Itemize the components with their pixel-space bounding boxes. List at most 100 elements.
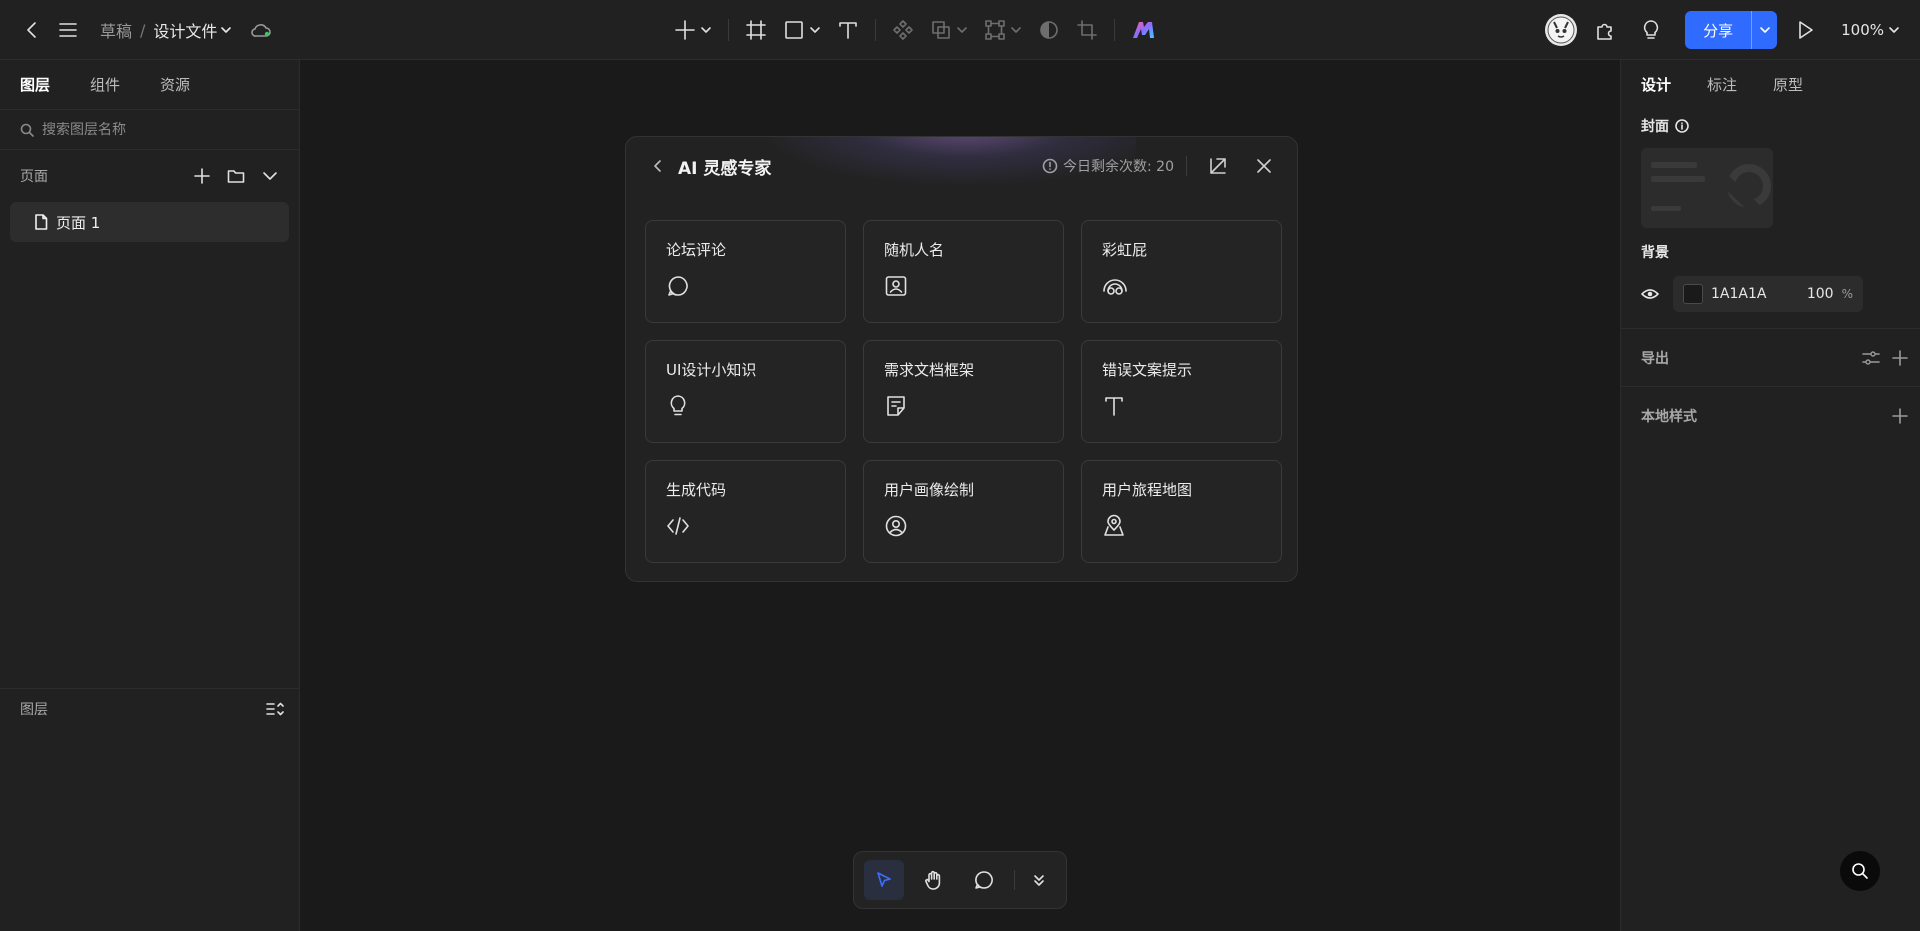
card-user-journey[interactable]: 用户旅程地图 xyxy=(1081,460,1282,563)
right-panel-tabs: 设计 标注 原型 xyxy=(1621,60,1920,108)
card-requirements-doc[interactable]: 需求文档框架 xyxy=(863,340,1064,443)
add-style-icon[interactable] xyxy=(1892,407,1908,424)
close-icon[interactable] xyxy=(1247,149,1281,183)
double-chevron-down-icon xyxy=(1034,875,1044,886)
chevron-down-icon xyxy=(1759,27,1770,33)
text-tool[interactable] xyxy=(831,12,865,48)
add-export-icon[interactable] xyxy=(1892,349,1908,366)
chevron-down-icon xyxy=(810,27,820,33)
chevron-down-icon[interactable] xyxy=(255,161,285,191)
share-dropdown[interactable] xyxy=(1751,11,1777,49)
card-error-copy[interactable]: 错误文案提示 xyxy=(1081,340,1282,443)
tab-design[interactable]: 设计 xyxy=(1641,74,1671,95)
cover-thumbnail[interactable] xyxy=(1641,148,1773,228)
pages-header: 页面 xyxy=(0,150,299,202)
divider xyxy=(1114,19,1115,41)
frame-icon xyxy=(746,20,766,40)
lightbulb-icon[interactable] xyxy=(1633,12,1669,48)
add-page-icon[interactable] xyxy=(187,161,217,191)
tab-layers[interactable]: 图层 xyxy=(20,74,50,95)
menu-icon[interactable] xyxy=(50,12,86,48)
avatar[interactable] xyxy=(1545,14,1578,46)
top-bar-left: 草稿 / 设计文件 xyxy=(14,0,273,60)
select-tool[interactable] xyxy=(864,860,904,900)
page-item-label: 页面 1 xyxy=(56,213,101,232)
folder-icon[interactable] xyxy=(221,161,251,191)
background-opacity[interactable]: 100 xyxy=(1807,286,1834,302)
card-ui-tips[interactable]: UI设计小知识 xyxy=(645,340,846,443)
search-fab[interactable] xyxy=(1840,851,1880,891)
sort-layers-icon[interactable] xyxy=(263,697,287,721)
boolean-tool[interactable] xyxy=(924,12,974,48)
breadcrumb-drafts[interactable]: 草稿 xyxy=(100,18,132,42)
crop-tool[interactable] xyxy=(1070,12,1104,48)
card-title: 论坛评论 xyxy=(666,241,727,259)
ai-logo-icon xyxy=(1133,22,1154,38)
tab-prototype[interactable]: 原型 xyxy=(1773,74,1803,95)
plugin-icon[interactable] xyxy=(1587,12,1623,48)
card-title: UI设计小知识 xyxy=(666,361,757,379)
dialog-title: AI 灵感专家 xyxy=(678,158,772,179)
info-icon[interactable] xyxy=(1675,119,1689,133)
card-title: 彩虹屁 xyxy=(1102,241,1148,259)
card-random-name[interactable]: 随机人名 xyxy=(863,220,1064,323)
cloud-sync-icon[interactable] xyxy=(249,20,273,40)
chevron-down-icon xyxy=(1889,27,1899,33)
zoom-dropdown[interactable]: 100% xyxy=(1841,21,1900,39)
component-icon xyxy=(893,20,913,40)
component-tool[interactable] xyxy=(886,12,920,48)
card-user-persona[interactable]: 用户画像绘制 xyxy=(863,460,1064,563)
layer-search xyxy=(0,110,299,150)
left-panel-tabs: 图层 组件 资源 xyxy=(0,60,299,110)
layer-search-input[interactable] xyxy=(42,121,282,138)
hand-tool[interactable] xyxy=(914,860,954,900)
card-forum-comment[interactable]: 论坛评论 xyxy=(645,220,846,323)
comment-tool[interactable] xyxy=(964,860,1004,900)
search-icon xyxy=(20,123,34,137)
page-icon xyxy=(35,214,48,230)
frame-tool[interactable] xyxy=(739,12,773,48)
tool-group xyxy=(668,0,1163,60)
chat-bubble-icon xyxy=(666,272,694,300)
card-title: 需求文档框架 xyxy=(884,361,975,379)
layers-header: 图层 xyxy=(0,688,299,728)
chevron-down-icon xyxy=(701,27,711,33)
background-hex[interactable]: 1A1A1A xyxy=(1711,286,1799,302)
mask-tool[interactable] xyxy=(1032,12,1066,48)
more-tools[interactable] xyxy=(1025,860,1053,900)
path-icon xyxy=(985,20,1005,40)
crop-icon xyxy=(1077,20,1097,40)
bottom-toolbar xyxy=(853,851,1067,909)
background-label: 背景 xyxy=(1641,245,1669,261)
right-panel: 设计 标注 原型 封面 背景 1A1A1A 100 % 导出 本地样式 xyxy=(1620,60,1920,931)
dialog-back-icon[interactable] xyxy=(646,154,670,178)
path-tool[interactable] xyxy=(978,12,1028,48)
back-icon[interactable] xyxy=(14,12,50,48)
contact-card-icon xyxy=(884,272,912,300)
left-panel: 图层 组件 资源 页面 页面 1 图层 xyxy=(0,60,300,931)
background-color-field[interactable]: 1A1A1A 100 % xyxy=(1673,276,1863,312)
cursor-icon xyxy=(877,872,891,887)
rectangle-tool[interactable] xyxy=(777,12,827,48)
share-button[interactable]: 分享 xyxy=(1685,11,1751,49)
file-name-dropdown[interactable]: 设计文件 xyxy=(153,18,233,42)
ai-plugin-button[interactable] xyxy=(1125,12,1163,48)
add-tool[interactable] xyxy=(668,12,718,48)
tab-components[interactable]: 组件 xyxy=(90,74,120,95)
color-swatch[interactable] xyxy=(1683,284,1703,304)
divider xyxy=(1186,156,1187,176)
chevron-down-icon xyxy=(221,27,232,33)
eye-icon[interactable] xyxy=(1641,287,1659,301)
tab-assets[interactable]: 资源 xyxy=(160,74,190,95)
layers-title: 图层 xyxy=(20,701,48,718)
page-item[interactable]: 页面 1 xyxy=(10,202,289,242)
tab-annotate[interactable]: 标注 xyxy=(1707,74,1737,95)
settings-sliders-icon[interactable] xyxy=(1862,350,1880,366)
card-rainbow-praise[interactable]: 彩虹屁 xyxy=(1081,220,1282,323)
card-generate-code[interactable]: 生成代码 xyxy=(645,460,846,563)
expand-icon[interactable] xyxy=(1201,149,1235,183)
breadcrumb-separator: / xyxy=(140,20,146,40)
divider xyxy=(728,19,729,41)
play-icon[interactable] xyxy=(1787,12,1823,48)
card-title: 错误文案提示 xyxy=(1102,361,1193,379)
